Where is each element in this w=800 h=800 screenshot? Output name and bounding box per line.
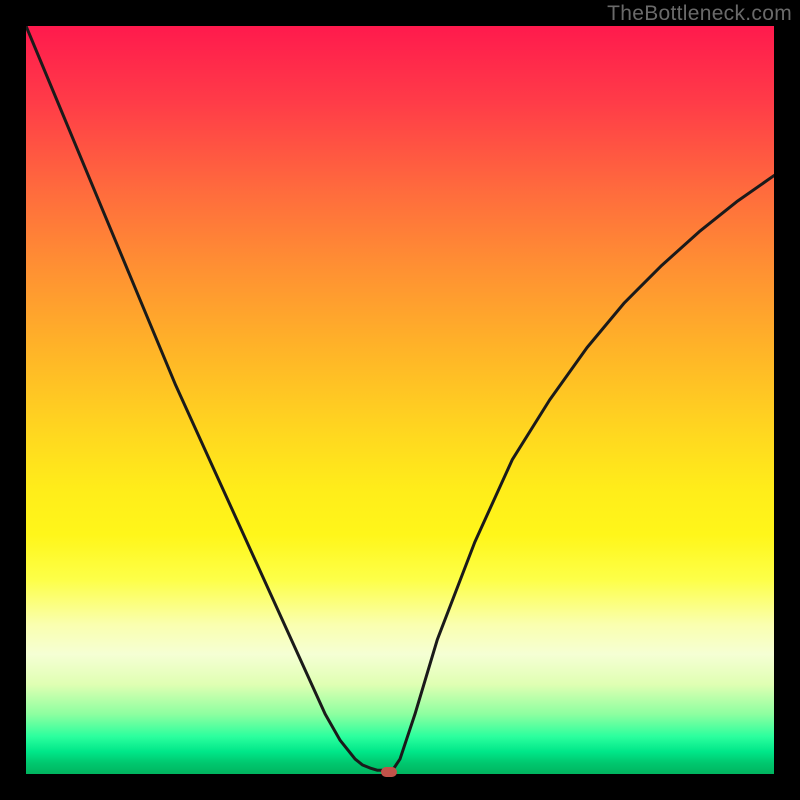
watermark-text: TheBottleneck.com xyxy=(607,2,792,26)
bottleneck-curve xyxy=(26,26,774,774)
plot-area xyxy=(26,26,774,774)
optimum-marker xyxy=(381,767,397,777)
curve-path xyxy=(26,26,774,770)
